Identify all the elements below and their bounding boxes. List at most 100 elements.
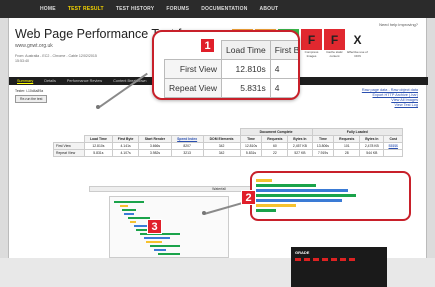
marker xyxy=(340,258,346,261)
grade-cache-static[interactable]: F Cache static content xyxy=(324,29,345,61)
table-cell: 2,478 KB xyxy=(359,142,385,150)
col-header: Requests xyxy=(261,135,289,143)
waterfall-bar xyxy=(158,253,180,255)
row-label: First View xyxy=(53,142,85,150)
callout-waterfall xyxy=(250,171,411,221)
waterfall-bar xyxy=(130,221,136,223)
group-document-complete: Document Complete xyxy=(239,128,313,136)
dark-panel-title: GRADE xyxy=(295,250,310,255)
waterfall-bar xyxy=(256,189,348,192)
results-table: Document Complete Fully Loaded Load Time… xyxy=(53,128,404,157)
table-cell: 3.982s xyxy=(138,149,172,157)
nav-test-result[interactable]: TEST RESULT xyxy=(68,6,104,12)
table-cell: 8207 xyxy=(170,142,204,150)
badge-3: 3 xyxy=(147,219,162,234)
callout-col-load-time: Load Time xyxy=(221,40,271,60)
top-navbar: HOME TEST RESULT TEST HISTORY FORUMS DOC… xyxy=(0,0,435,18)
tab-content-breakdown[interactable]: Content Breakdown xyxy=(109,79,150,83)
tested-url[interactable]: www.gnwt.org.uk xyxy=(15,43,53,49)
tab-details[interactable]: Details xyxy=(40,79,60,83)
table-cell: 4.141s xyxy=(111,142,140,150)
callout-row-label: Repeat View xyxy=(163,78,223,98)
col-header: Time xyxy=(311,135,335,143)
table-group-row: Document Complete Fully Loaded xyxy=(54,128,404,136)
waterfall-bar xyxy=(120,205,128,207)
callout-row: Repeat View 5.831s 4 xyxy=(163,78,298,98)
callout-first-value: 4 xyxy=(269,59,298,79)
grade-cdn[interactable]: X Effective use of CDN xyxy=(347,29,368,61)
waterfall-bar xyxy=(256,199,342,202)
export-links: Raw page data - Raw object data Export H… xyxy=(362,88,418,108)
tester-id: Tester: i-10d4a89a xyxy=(15,89,44,93)
table-cell: 3213 xyxy=(170,149,204,157)
table-cell: 3.666s xyxy=(138,142,172,150)
callout-row: First View 12.810s 4 xyxy=(163,59,298,79)
grade-label: Effective use of CDN xyxy=(347,50,368,58)
col-header[interactable]: Speed Index xyxy=(170,135,204,143)
table-cell: 12.810s xyxy=(239,142,263,150)
table-cell: 28 xyxy=(333,149,361,157)
col-header: Bytes In xyxy=(359,135,385,143)
callout-col-first-byte: First Byte xyxy=(269,40,298,60)
dark-grade-panel: GRADE xyxy=(291,247,387,287)
table-cell: 12.810s xyxy=(83,142,113,150)
nav-test-history[interactable]: TEST HISTORY xyxy=(116,6,155,12)
nav-about[interactable]: ABOUT xyxy=(260,6,279,12)
badge-2: 2 xyxy=(241,190,256,205)
waterfall-bar xyxy=(256,209,276,212)
connector-endpoint xyxy=(202,211,206,215)
callout-table: Load Time First Byte First View 12.810s … xyxy=(163,40,298,98)
table-cell xyxy=(383,149,403,157)
table-cell: 544 KB xyxy=(359,149,385,157)
tab-performance-review[interactable]: Performance Review xyxy=(63,79,106,83)
grade-letter: X xyxy=(347,29,368,50)
table-row: First View 12.810s 4.141s 3.666s 8207 34… xyxy=(53,142,403,150)
callout-first-value: 4 xyxy=(269,78,298,98)
test-log-link[interactable]: View Test Log xyxy=(362,103,418,108)
table-cell: 7.919s xyxy=(311,149,335,157)
col-header: Time xyxy=(239,135,263,143)
waterfall-chart[interactable] xyxy=(109,196,229,258)
callout-header-row: Load Time First Byte xyxy=(165,40,298,60)
tab-summary[interactable]: Summary xyxy=(13,79,37,83)
marker xyxy=(322,258,328,261)
waterfall-bar xyxy=(256,184,316,187)
col-header: Cost xyxy=(383,135,403,143)
table-cell: 342 xyxy=(202,149,241,157)
nav-home[interactable]: HOME xyxy=(40,6,56,12)
col-header: Bytes In xyxy=(287,135,313,143)
table-cell: 342 xyxy=(202,142,241,150)
waterfall-bar xyxy=(144,237,170,239)
dark-panel-markers xyxy=(295,258,355,261)
waterfall-bar xyxy=(114,201,144,203)
callout-load-time: Load Time First Byte First View 12.810s … xyxy=(152,30,300,100)
col-header: Start Render xyxy=(138,135,172,143)
table-cell: 2,457 KB xyxy=(287,142,313,150)
waterfall-bar xyxy=(154,249,166,251)
connector-endpoint xyxy=(96,105,100,109)
waterfall-bar xyxy=(146,241,162,243)
need-help-link[interactable]: Need help improving? xyxy=(379,22,418,27)
waterfall-bar xyxy=(256,179,272,182)
table-cell: 101 xyxy=(333,142,361,150)
table-cell: 60 xyxy=(261,142,289,150)
marker xyxy=(331,258,337,261)
table-cell: 4.107s xyxy=(111,149,140,157)
screenshot-frame: HOME TEST RESULT TEST HISTORY FORUMS DOC… xyxy=(0,0,435,287)
col-header: Requests xyxy=(333,135,361,143)
badge-1: 1 xyxy=(200,38,215,53)
row-label: Repeat View xyxy=(53,149,85,157)
grade-letter: F xyxy=(324,29,345,50)
cost-link[interactable]: $$$$$ xyxy=(383,142,403,150)
waterfall-bar xyxy=(150,245,180,247)
group-fully-loaded: Fully Loaded xyxy=(311,128,404,136)
callout-load-value: 12.810s xyxy=(221,59,271,79)
marker xyxy=(304,258,310,261)
grade-compress-images[interactable]: F Compress Images xyxy=(301,29,322,61)
nav-forums[interactable]: FORUMS xyxy=(166,6,189,12)
rerun-button[interactable]: Re-run the test xyxy=(15,95,48,103)
grade-label: Cache static content xyxy=(326,50,343,58)
nav-documentation[interactable]: DOCUMENTATION xyxy=(201,6,247,12)
table-cell: 22 xyxy=(261,149,289,157)
table-row: Repeat View 5.831s 4.107s 3.982s 3213 34… xyxy=(53,149,403,157)
